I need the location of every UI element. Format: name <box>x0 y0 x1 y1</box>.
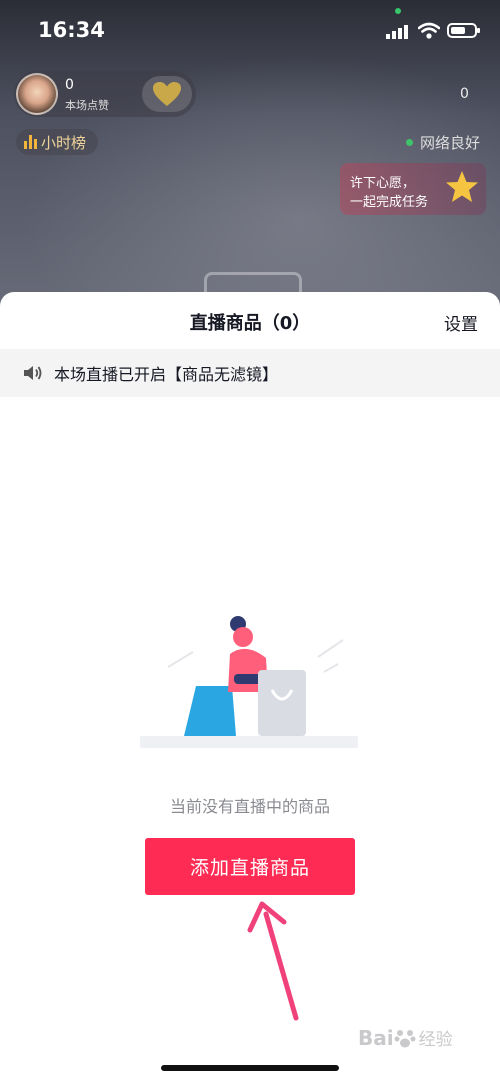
network-status-label: 网络良好 <box>420 134 481 152</box>
heart-icon <box>153 82 181 106</box>
like-count-label: 本场点赞 <box>65 99 109 112</box>
pointer-arrow-annotation <box>247 901 299 1021</box>
sheet-header: 直播商品（0） 设置 <box>0 292 500 348</box>
star-icon <box>446 171 478 202</box>
wish-task-card[interactable]: 许下心愿， 一起完成任务 <box>340 163 486 215</box>
network-status-dot <box>406 139 413 146</box>
wish-line-2: 一起完成任务 <box>350 195 429 210</box>
battery-icon <box>447 23 480 38</box>
like-count: 0 <box>65 77 74 93</box>
sheet-title: 直播商品（0） <box>189 313 311 334</box>
hourly-rank-button[interactable]: 小时榜 <box>16 129 98 155</box>
live-products-sheet: 直播商品（0） 设置 本场直播已开启【商品无滤镜】 当前没有直播中的商品 添加直… <box>0 292 500 1083</box>
heart-button[interactable] <box>142 76 192 112</box>
network-status: 网络良好 <box>406 132 480 153</box>
watermark-text: 经验 <box>418 1030 453 1050</box>
empty-state-illustration <box>140 616 358 748</box>
hourly-rank-label: 小时榜 <box>41 133 87 152</box>
notice-bar: 本场直播已开启【商品无滤镜】 <box>0 349 500 397</box>
cellular-signal-icon <box>386 25 408 39</box>
notice-text: 本场直播已开启【商品无滤镜】 <box>54 365 279 384</box>
host-info-pill[interactable]: 0 本场点赞 <box>14 71 196 117</box>
paw-icon <box>394 1029 416 1047</box>
settings-button[interactable]: 设置 <box>444 310 478 335</box>
home-indicator[interactable] <box>161 1065 339 1071</box>
watermark: Bai 经验 <box>358 1025 453 1051</box>
add-live-product-button[interactable]: 添加直播商品 <box>145 838 355 895</box>
watermark-logo: Bai <box>358 1025 394 1050</box>
empty-state-message: 当前没有直播中的商品 <box>169 797 330 816</box>
camera-indicator-dot <box>395 8 401 14</box>
rank-bars-icon <box>24 135 37 149</box>
viewer-count: 0 <box>460 86 469 102</box>
wifi-icon <box>418 22 440 39</box>
host-avatar[interactable] <box>16 73 58 115</box>
status-time: 16:34 <box>38 18 105 42</box>
speaker-icon <box>22 364 44 382</box>
status-bar: 16:34 <box>0 0 500 62</box>
wish-line-1: 许下心愿， <box>350 176 416 191</box>
